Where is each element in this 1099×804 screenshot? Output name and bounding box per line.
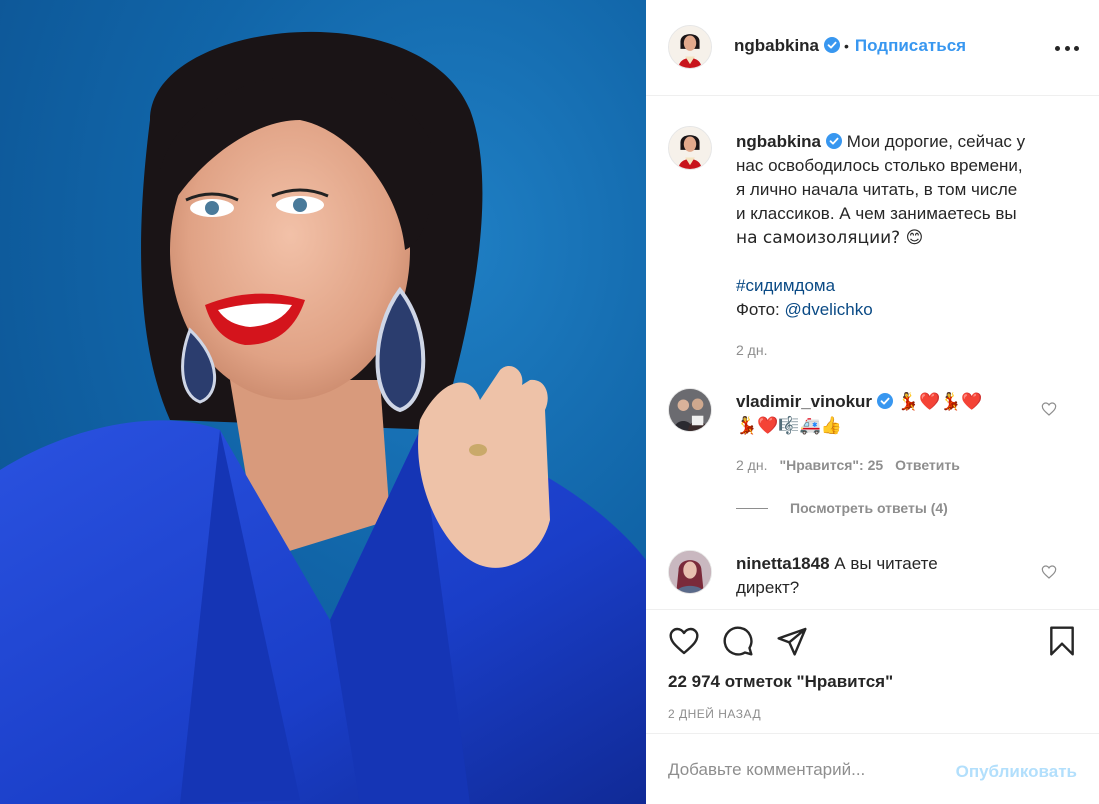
comment-avatar[interactable] xyxy=(668,388,712,432)
caption: ngbabkina Мои дорогие, сейчас у нас осво… xyxy=(736,130,1066,362)
view-replies-label: Посмотреть ответы (4) xyxy=(790,500,948,516)
avatar-image xyxy=(669,551,711,593)
follow-button[interactable]: Подписаться xyxy=(855,36,966,55)
comment-bubble-icon[interactable] xyxy=(722,625,754,657)
caption-avatar[interactable] xyxy=(668,126,712,170)
post-side-panel: ngbabkina • Подписаться ngbabkina Мои доро… xyxy=(646,0,1099,804)
comment-input[interactable] xyxy=(668,758,928,782)
like-comment-heart-icon[interactable] xyxy=(1041,401,1057,417)
portrait-photo xyxy=(0,31,646,804)
comment-emoji-text: 💃❤️💃❤️ xyxy=(897,392,983,412)
add-comment-section: Опубликовать xyxy=(646,733,1099,804)
caption-line: нас освободилось столько времени, xyxy=(736,156,1023,175)
share-paper-plane-icon[interactable] xyxy=(776,625,808,657)
caption-line: я лично начала читать, в том числе xyxy=(736,180,1018,199)
comment-meta: 2 дн. "Нравится": 25 Ответить xyxy=(736,457,960,473)
comment-item: ninetta1848 А вы читаете директ? xyxy=(736,552,1036,600)
caption-time[interactable]: 2 дн. xyxy=(736,338,1066,362)
comments-list[interactable]: ngbabkina Мои дорогие, сейчас у нас осво… xyxy=(646,97,1099,609)
header-separator: • xyxy=(844,38,849,54)
comment-emoji-text: 💃❤️🎼🚑👍 xyxy=(736,416,842,436)
header-username[interactable]: ngbabkina xyxy=(734,36,819,55)
like-heart-icon[interactable] xyxy=(668,625,700,657)
replies-divider xyxy=(736,507,768,509)
avatar[interactable] xyxy=(668,25,712,69)
comment-item: vladimir_vinokur 💃❤️💃❤️ 💃❤️🎼🚑👍 xyxy=(736,390,1036,438)
comment-username[interactable]: vladimir_vinokur xyxy=(736,392,872,411)
photo-credit-label: Фото: xyxy=(736,300,780,319)
comment-time[interactable]: 2 дн. xyxy=(736,457,767,473)
caption-line: и классиков. А чем занимаетесь вы xyxy=(736,204,1017,223)
like-comment-heart-icon[interactable] xyxy=(1041,564,1057,580)
avatar-image xyxy=(669,26,711,68)
reply-button[interactable]: Ответить xyxy=(895,457,960,473)
post-header: ngbabkina • Подписаться xyxy=(646,0,1099,96)
post-date[interactable]: 2 ДНЕЙ НАЗАД xyxy=(668,707,761,721)
avatar-image xyxy=(669,389,711,431)
caption-username[interactable]: ngbabkina xyxy=(736,132,821,151)
comment-text: А вы читаете xyxy=(834,554,938,573)
avatar-image xyxy=(669,127,711,169)
hashtag-link[interactable]: #сидимдома xyxy=(736,274,1066,298)
post-actions: 22 974 отметок "Нравится" 2 ДНЕЙ НАЗАД xyxy=(646,609,1099,733)
comment-text: директ? xyxy=(736,578,800,597)
photo-credit-link[interactable]: @dvelichko xyxy=(785,300,873,319)
verified-badge-icon xyxy=(824,37,841,53)
view-replies-button[interactable]: Посмотреть ответы (4) xyxy=(736,500,948,516)
save-bookmark-icon[interactable] xyxy=(1046,625,1078,657)
more-options-icon[interactable] xyxy=(1055,39,1079,57)
comment-username[interactable]: ninetta1848 xyxy=(736,554,830,573)
caption-line: на самоизоляции? 😊 xyxy=(736,228,924,248)
caption-line: Мои дорогие, сейчас у xyxy=(846,132,1026,151)
comment-avatar[interactable] xyxy=(668,550,712,594)
comment-likes[interactable]: "Нравится": 25 xyxy=(779,457,883,473)
publish-button[interactable]: Опубликовать xyxy=(956,762,1077,782)
likes-count[interactable]: 22 974 отметок "Нравится" xyxy=(668,672,893,692)
verified-badge-icon xyxy=(877,393,894,409)
post-photo[interactable] xyxy=(0,0,646,804)
verified-badge-icon xyxy=(826,133,843,149)
